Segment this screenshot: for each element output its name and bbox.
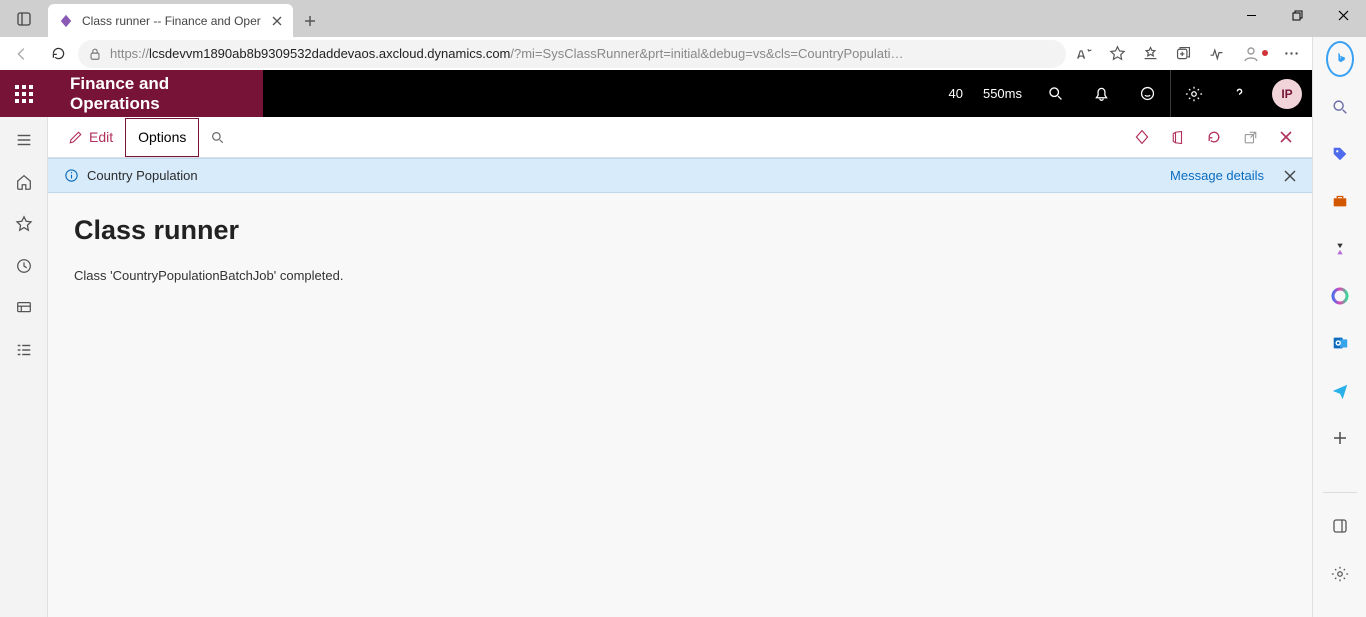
page-body: Class runner Class 'CountryPopulationBat… <box>48 193 1312 617</box>
lock-icon <box>88 47 102 61</box>
new-tab-button[interactable] <box>293 4 327 37</box>
app-frame: Finance and Operations 40 550ms IP Edit … <box>0 70 1312 617</box>
left-nav-rail <box>0 117 48 617</box>
action-search-button[interactable] <box>199 118 235 157</box>
address-row: https://lcsdevvm1890ab8b9309532daddevaos… <box>0 37 1312 70</box>
main-column: Finance and Operations 40 550ms IP Edit … <box>48 70 1312 617</box>
brand-title: Finance and Operations <box>48 70 263 117</box>
tag-sidebar-button[interactable] <box>1326 140 1354 167</box>
app-launcher-button[interactable] <box>0 70 48 117</box>
action-popout-button[interactable] <box>1232 118 1268 157</box>
browser-chrome: Class runner -- Finance and Oper https:/… <box>0 0 1366 70</box>
waffle-icon <box>15 85 33 103</box>
nav-recent-button[interactable] <box>15 257 33 275</box>
edit-button[interactable]: Edit <box>56 118 125 157</box>
tab-actions-button[interactable] <box>0 0 48 37</box>
options-label: Options <box>138 129 186 145</box>
performance-button[interactable] <box>1208 45 1225 62</box>
nav-workspaces-button[interactable] <box>15 299 33 317</box>
send-sidebar-button[interactable] <box>1326 377 1354 404</box>
edit-label: Edit <box>89 129 113 145</box>
nav-refresh-button[interactable] <box>42 40 74 68</box>
address-bar[interactable]: https://lcsdevvm1890ab8b9309532daddevaos… <box>78 40 1066 68</box>
user-avatar[interactable]: IP <box>1272 79 1302 109</box>
bing-chat-button[interactable] <box>1326 45 1354 73</box>
copilot-sidebar-button[interactable] <box>1326 282 1354 309</box>
nav-menu-button[interactable] <box>15 131 33 149</box>
nav-modules-button[interactable] <box>15 341 33 359</box>
window-controls <box>1228 0 1366 30</box>
page-message: Class 'CountryPopulationBatchJob' comple… <box>74 268 1286 283</box>
window-maximize-button[interactable] <box>1274 0 1320 30</box>
top-help-button[interactable] <box>1216 70 1262 117</box>
top-feedback-button[interactable] <box>1124 70 1170 117</box>
action-office-button[interactable] <box>1160 118 1196 157</box>
tab-close-button[interactable] <box>269 13 285 29</box>
favorite-star-button[interactable] <box>1109 45 1126 62</box>
nav-favorites-button[interactable] <box>15 215 33 233</box>
message-bar: Country Population Message details <box>48 158 1312 193</box>
outlook-sidebar-button[interactable] <box>1326 330 1354 357</box>
more-menu-button[interactable] <box>1283 45 1300 62</box>
read-aloud-button[interactable] <box>1076 45 1093 62</box>
profile-button[interactable] <box>1241 44 1267 64</box>
nav-home-button[interactable] <box>15 173 33 191</box>
pencil-icon <box>68 130 83 145</box>
url-text: https://lcsdevvm1890ab8b9309532daddevaos… <box>110 46 903 61</box>
favicon-icon <box>58 13 74 29</box>
briefcase-sidebar-button[interactable] <box>1326 188 1354 215</box>
top-notifications-button[interactable] <box>1078 70 1124 117</box>
action-attach-button[interactable] <box>1124 118 1160 157</box>
action-close-button[interactable] <box>1268 118 1304 157</box>
window-minimize-button[interactable] <box>1228 0 1274 30</box>
info-icon <box>64 168 79 183</box>
action-refresh-button[interactable] <box>1196 118 1232 157</box>
page-title: Class runner <box>74 215 1286 246</box>
message-details-link[interactable]: Message details <box>1170 168 1264 183</box>
sidebar-panel-toggle[interactable] <box>1326 513 1354 540</box>
search-sidebar-button[interactable] <box>1326 93 1354 120</box>
action-pane: Edit Options <box>48 117 1312 158</box>
sidebar-settings-button[interactable] <box>1326 560 1354 587</box>
stat-count: 40 <box>939 86 973 101</box>
browser-tab[interactable]: Class runner -- Finance and Oper <box>48 4 293 37</box>
browser-tab-title: Class runner -- Finance and Oper <box>82 14 261 28</box>
message-text: Country Population <box>87 168 198 183</box>
options-button[interactable]: Options <box>125 118 199 157</box>
message-close-button[interactable] <box>1284 170 1296 182</box>
top-search-button[interactable] <box>1032 70 1078 117</box>
window-close-button[interactable] <box>1320 0 1366 30</box>
nav-back-button[interactable] <box>6 40 38 68</box>
tab-strip: Class runner -- Finance and Oper <box>0 0 1312 37</box>
stat-timing: 550ms <box>973 86 1032 101</box>
top-settings-button[interactable] <box>1170 70 1216 117</box>
edge-sidebar <box>1312 37 1366 617</box>
games-sidebar-button[interactable] <box>1326 235 1354 262</box>
add-sidebar-button[interactable] <box>1326 424 1354 451</box>
address-bar-actions <box>1070 44 1306 64</box>
collections-button[interactable] <box>1175 45 1192 62</box>
profile-notification-dot <box>1262 50 1268 56</box>
app-top-bar: Finance and Operations 40 550ms IP <box>48 70 1312 117</box>
favorites-list-button[interactable] <box>1142 45 1159 62</box>
